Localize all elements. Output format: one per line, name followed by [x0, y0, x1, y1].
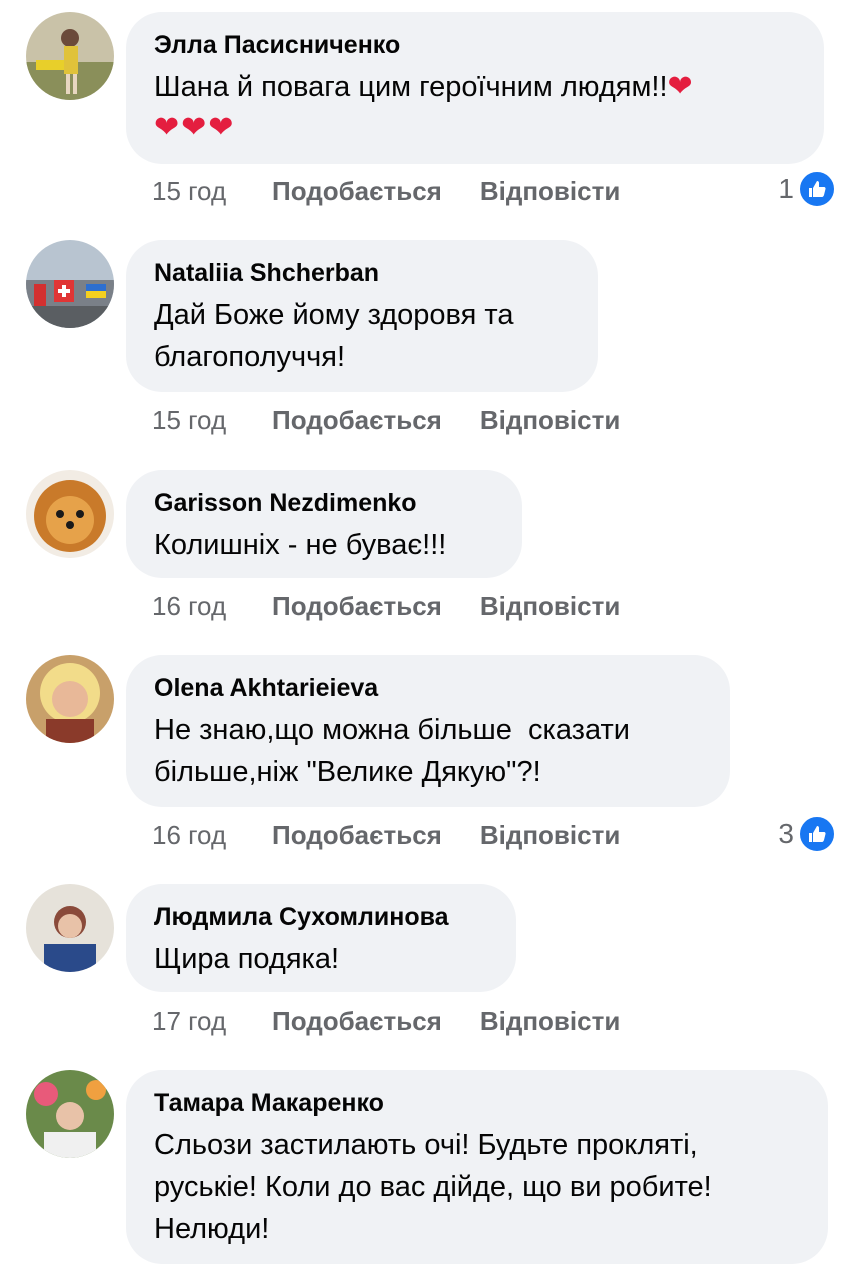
comment-bubble: Людмила Сухомлинова Щира подяка! — [126, 884, 516, 992]
comment-bubble: Элла Пасисниченко Шана й повага цим геро… — [126, 12, 824, 164]
comment-text: Дай Боже йому здоровя та благополуччя! — [154, 299, 514, 373]
avatar[interactable] — [26, 884, 114, 972]
comment-text: Шана й повага цим героїчним людям!!❤ — [154, 70, 693, 103]
comment-author[interactable]: Nataliia Shcherban — [154, 258, 570, 288]
reply-button[interactable]: Відповісти — [480, 820, 620, 851]
comment-bubble: Nataliia Shcherban Дай Боже йому здоровя… — [126, 240, 598, 392]
comment-author[interactable]: Тамара Макаренко — [154, 1088, 800, 1118]
comment-timestamp[interactable]: 16 год — [152, 591, 272, 622]
avatar[interactable] — [26, 470, 114, 558]
thumbs-up-icon — [798, 815, 836, 853]
thumbs-up-icon — [798, 170, 836, 208]
comment-actions: 15 год Подобається Відповісти — [152, 405, 620, 436]
like-button[interactable]: Подобається — [272, 1006, 442, 1037]
comment-text: Щира подяка! — [154, 943, 340, 975]
like-button[interactable]: Подобається — [272, 176, 442, 207]
comment-actions: 17 год Подобається Відповісти — [152, 1006, 620, 1037]
comment-timestamp[interactable]: 15 год — [152, 405, 272, 436]
comment-author[interactable]: Garisson Nezdimenko — [154, 488, 494, 518]
comment-author[interactable]: Людмила Сухомлинова — [154, 902, 488, 932]
like-button[interactable]: Подобається — [272, 820, 442, 851]
comment-actions: 16 год Подобається Відповісти — [152, 591, 620, 622]
comment-bubble: Olena Akhtarieieva Не знаю,що можна біль… — [126, 655, 730, 807]
avatar[interactable] — [26, 655, 114, 743]
comment-timestamp[interactable]: 16 год — [152, 820, 272, 851]
avatar[interactable] — [26, 1070, 114, 1158]
comment-timestamp[interactable]: 15 год — [152, 176, 272, 207]
comment-timestamp[interactable]: 17 год — [152, 1006, 272, 1037]
reaction-count: 1 — [778, 173, 794, 204]
like-button[interactable]: Подобається — [272, 591, 442, 622]
reply-button[interactable]: Відповісти — [480, 1006, 620, 1037]
comment-author[interactable]: Элла Пасисниченко — [154, 30, 796, 60]
avatar[interactable] — [26, 12, 114, 100]
heart-icon: ❤❤❤ — [154, 111, 236, 144]
heart-icon: ❤ — [667, 70, 693, 103]
reply-button[interactable]: Відповісти — [480, 405, 620, 436]
comment-text: Не знаю,що можна більше сказати більше,н… — [154, 714, 630, 788]
avatar[interactable] — [26, 240, 114, 328]
comment-bubble: Garisson Nezdimenko Колишніх - не буває!… — [126, 470, 522, 578]
comment-actions: 15 год Подобається Відповісти — [152, 176, 620, 207]
reaction-summary[interactable]: 3 — [778, 815, 836, 853]
reaction-summary[interactable]: 1 — [778, 170, 836, 208]
reply-button[interactable]: Відповісти — [480, 176, 620, 207]
reply-button[interactable]: Відповісти — [480, 591, 620, 622]
comment-text: Колишніх - не буває!!! — [154, 529, 447, 561]
comment-bubble: Тамара Макаренко Сльози застилають очі! … — [126, 1070, 828, 1264]
comment-text: Сльози застилають очі! Будьте прокляті, … — [154, 1129, 712, 1245]
like-button[interactable]: Подобається — [272, 405, 442, 436]
comment-actions: 16 год Подобається Відповісти — [152, 820, 620, 851]
comment-author[interactable]: Olena Akhtarieieva — [154, 673, 702, 703]
reaction-count: 3 — [778, 818, 794, 849]
